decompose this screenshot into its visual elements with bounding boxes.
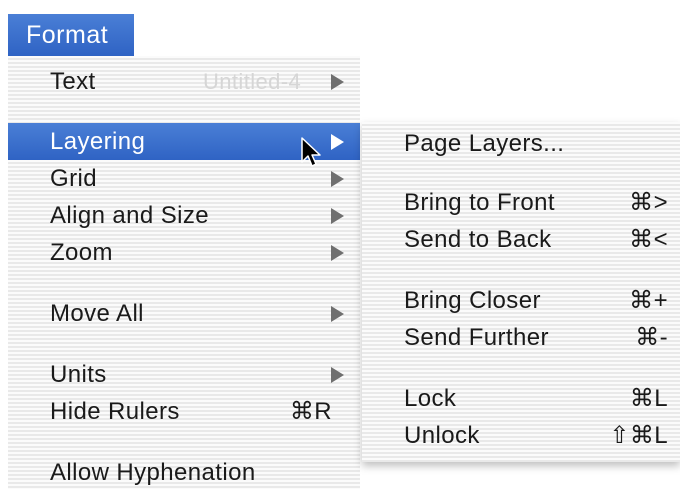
menu-item-label: Bring to Front [404, 189, 555, 216]
menu-item-page-layers[interactable]: Page Layers... [362, 125, 680, 162]
submenu-arrow-icon [331, 74, 344, 90]
menu-item-label: Text [50, 68, 96, 95]
menu-item-label: Lock [404, 385, 457, 412]
menu-item-label: Move All [50, 300, 144, 327]
submenu-arrow-icon [331, 171, 344, 187]
menu-item-text[interactable]: Untitled-4 Text [8, 63, 360, 100]
format-menu-title[interactable]: Format [8, 14, 134, 56]
menu-item-send-further[interactable]: Send Further ⌘- [362, 319, 680, 356]
submenu-arrow-icon [331, 134, 344, 150]
menu-item-label: Unlock [404, 422, 480, 449]
menu-item-shortcut: ⌘- [635, 324, 668, 351]
format-menu: Untitled-4 Text Layering Grid Align and … [8, 56, 360, 489]
arrow-pointer-icon [301, 137, 321, 167]
screen: Format Untitled-4 Text Layering Grid Ali… [0, 0, 680, 489]
background-window-title: Untitled-4 [203, 69, 302, 94]
menu-item-label: Page Layers... [404, 130, 565, 157]
menu-item-align-and-size[interactable]: Align and Size [8, 197, 360, 234]
submenu-arrow-icon [331, 306, 344, 322]
menu-item-bring-to-front[interactable]: Bring to Front ⌘> [362, 184, 680, 221]
menu-item-label: Grid [50, 165, 97, 192]
menu-item-label: Hide Rulers [50, 398, 180, 425]
menu-item-shortcut: ⌘< [629, 226, 668, 253]
menu-item-shortcut: ⌘> [629, 189, 668, 216]
submenu-arrow-icon [331, 367, 344, 383]
menu-item-lock[interactable]: Lock ⌘L [362, 380, 680, 417]
menu-item-label: Layering [50, 128, 146, 155]
menu-item-label: Send to Back [404, 226, 552, 253]
menu-item-send-to-back[interactable]: Send to Back ⌘< [362, 221, 680, 258]
menu-item-label: Bring Closer [404, 287, 541, 314]
menu-item-shortcut: ⌘+ [629, 287, 668, 314]
menu-item-label: Zoom [50, 239, 113, 266]
menu-item-allow-hyphenation[interactable]: Allow Hyphenation [8, 454, 360, 489]
menu-item-shortcut: ⌘L [629, 385, 668, 412]
menu-item-label: Align and Size [50, 202, 210, 229]
menu-item-hide-rulers[interactable]: Hide Rulers ⌘R [8, 393, 360, 430]
menu-item-zoom[interactable]: Zoom [8, 234, 360, 271]
menu-item-units[interactable]: Units [8, 356, 360, 393]
menu-item-label: Units [50, 361, 107, 388]
menu-item-move-all[interactable]: Move All [8, 295, 360, 332]
menu-item-unlock[interactable]: Unlock ⇧⌘L [362, 417, 680, 454]
menu-item-label: Allow Hyphenation [50, 459, 256, 486]
layering-submenu: Page Layers... Bring to Front ⌘> Send to… [362, 122, 680, 462]
submenu-arrow-icon [331, 245, 344, 261]
menu-item-shortcut: ⇧⌘L [609, 422, 668, 449]
submenu-arrow-icon [331, 208, 344, 224]
menu-item-bring-closer[interactable]: Bring Closer ⌘+ [362, 282, 680, 319]
menu-item-shortcut: ⌘R [289, 398, 332, 425]
menu-item-label: Send Further [404, 324, 549, 351]
